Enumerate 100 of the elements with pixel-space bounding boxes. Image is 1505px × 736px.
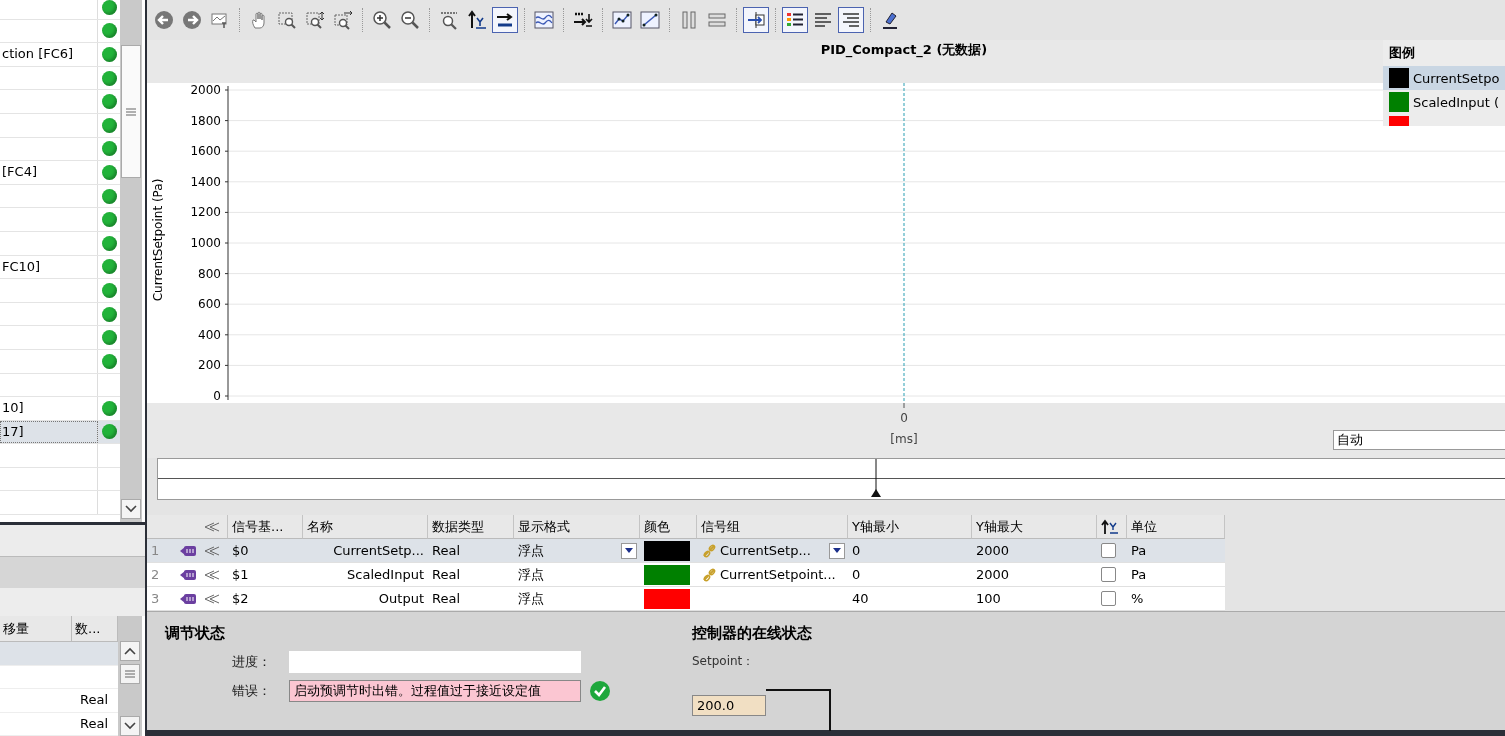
field-label: 错误： bbox=[231, 682, 272, 700]
table-cell-text: Real bbox=[432, 589, 461, 608]
align-right-icon bbox=[841, 10, 861, 30]
scroll-down-button[interactable] bbox=[121, 498, 141, 519]
tick-label: 0 bbox=[900, 411, 908, 425]
zoom-horizontal-icon bbox=[333, 10, 353, 30]
checkbox[interactable] bbox=[1101, 543, 1116, 558]
table-cell-text: Real bbox=[432, 541, 461, 560]
tree-row[interactable]: 17] bbox=[0, 420, 120, 445]
tree-item-label[interactable]: FC10] bbox=[2, 258, 41, 274]
tick-label: 2000 bbox=[190, 83, 221, 97]
chart-title: PID_Compact_2 (无数据) bbox=[820, 42, 988, 57]
check-icon bbox=[589, 680, 611, 702]
zoom-box-icon bbox=[277, 10, 297, 30]
zoom-vertical-icon bbox=[305, 10, 325, 30]
column-header[interactable]: 信号基... bbox=[232, 514, 284, 539]
signal-icon bbox=[204, 544, 220, 557]
tick-label: 800 bbox=[198, 266, 221, 281]
magnifier-icon bbox=[439, 10, 459, 30]
table-cell-text: 40 bbox=[852, 589, 869, 608]
tick-label: 1600 bbox=[190, 144, 221, 159]
column-header[interactable]: 数据类型 bbox=[432, 514, 484, 539]
caret-icon bbox=[625, 547, 633, 554]
row-number: 2 bbox=[151, 565, 160, 584]
table-cell-text: ScaledInput bbox=[347, 565, 424, 584]
align-left-icon bbox=[813, 10, 833, 30]
tag-icon bbox=[179, 592, 197, 605]
range-dropdown[interactable]: 自动 bbox=[1333, 430, 1505, 450]
axis-title: CurrentSetpoint (Pa) bbox=[151, 178, 165, 302]
auto-scale-icon bbox=[1101, 518, 1119, 535]
zoom-in-icon bbox=[372, 10, 392, 30]
scrollbar-thumb[interactable] bbox=[121, 45, 141, 178]
table-cell-text: Pa bbox=[1131, 541, 1147, 560]
table-cell-text: 2000 bbox=[976, 565, 1010, 584]
signal-icon bbox=[204, 520, 220, 533]
column-header[interactable]: 名称 bbox=[307, 514, 333, 539]
table-cell-text: 浮点 bbox=[518, 565, 544, 584]
tree-item-label[interactable]: 10] bbox=[2, 400, 24, 416]
legend-label[interactable]: ScaledInput ( bbox=[1413, 94, 1500, 110]
checkbox[interactable] bbox=[1101, 591, 1116, 606]
field-label: Setpoint： bbox=[692, 653, 756, 670]
zoom-out-icon bbox=[400, 10, 420, 30]
tick-label: 1000 bbox=[190, 236, 221, 250]
legend-button[interactable] bbox=[782, 7, 808, 33]
table-cell: Real bbox=[79, 692, 108, 707]
tag-icon bbox=[179, 568, 197, 581]
chevron-down-icon bbox=[124, 722, 136, 730]
table-cell-text: CurrentSetp... bbox=[720, 541, 811, 560]
vertical-bars-icon bbox=[679, 10, 699, 30]
column-header[interactable]: Y轴最小 bbox=[852, 514, 899, 539]
setpoint-field: 200.0 bbox=[692, 695, 766, 716]
column-header[interactable]: 显示格式 bbox=[518, 514, 570, 539]
tick-label: 400 bbox=[198, 327, 221, 342]
scroll-up-button[interactable] bbox=[120, 641, 140, 661]
signal-icon bbox=[204, 568, 220, 581]
column-header[interactable]: 信号组 bbox=[701, 514, 740, 539]
panel-button[interactable] bbox=[743, 7, 769, 33]
checkbox[interactable] bbox=[1101, 567, 1116, 582]
tick-label: 200 bbox=[198, 358, 221, 373]
tree-item-label[interactable]: 17] bbox=[2, 423, 24, 439]
align-right-button[interactable] bbox=[838, 7, 864, 33]
right-arrow-icon bbox=[495, 10, 515, 30]
table-cell-text: $0 bbox=[232, 541, 249, 560]
row-number: 3 bbox=[151, 589, 160, 608]
chevron-up-icon bbox=[124, 647, 136, 655]
tick-label: 1200 bbox=[190, 205, 221, 220]
column-header[interactable]: 单位 bbox=[1131, 514, 1157, 539]
error-message: 启动预调节时出错。过程值过于接近设定值 bbox=[289, 680, 581, 702]
tag-icon bbox=[179, 544, 197, 557]
tick-label: 1800 bbox=[190, 113, 221, 128]
row-number: 1 bbox=[151, 541, 160, 560]
scroll-down-button[interactable] bbox=[120, 716, 140, 736]
table-cell-text: 0 bbox=[852, 565, 861, 584]
table-cell-text: % bbox=[1131, 589, 1144, 608]
column-header[interactable]: 颜色 bbox=[644, 514, 670, 539]
scrollbar-thumb[interactable] bbox=[120, 664, 140, 684]
column-header[interactable]: 移量 bbox=[0, 616, 72, 641]
table-cell-text: 浮点 bbox=[518, 589, 544, 608]
table-cell-text: 0 bbox=[852, 541, 861, 560]
wave-icon bbox=[534, 10, 554, 30]
tree-item-label[interactable]: [FC4] bbox=[2, 164, 37, 180]
dropdown-button[interactable] bbox=[829, 542, 845, 559]
table-cell-text: Output bbox=[378, 589, 424, 608]
legend-label[interactable]: CurrentSetpo bbox=[1413, 70, 1500, 86]
section-title: 控制器的在线状态 bbox=[692, 624, 813, 643]
legend-item[interactable]: CurrentSetpo bbox=[1383, 66, 1505, 90]
link-icon bbox=[701, 566, 717, 583]
column-header[interactable]: Y轴最大 bbox=[976, 514, 1023, 539]
fit-x-button[interactable] bbox=[492, 7, 518, 33]
grip-icon bbox=[126, 107, 136, 116]
tree-item-label[interactable]: ction [FC6] bbox=[2, 46, 74, 62]
table-cell: Real bbox=[79, 715, 108, 731]
grip-icon bbox=[125, 670, 135, 678]
table-cell-text: 2000 bbox=[976, 541, 1010, 560]
cursor-marker-icon bbox=[870, 459, 882, 497]
horizontal-bars-icon bbox=[707, 10, 727, 30]
line-chart-icon bbox=[612, 10, 632, 30]
table-cell-text: 浮点 bbox=[518, 541, 544, 560]
tick-label: 1400 bbox=[190, 174, 221, 189]
dropdown-button[interactable] bbox=[621, 542, 637, 559]
